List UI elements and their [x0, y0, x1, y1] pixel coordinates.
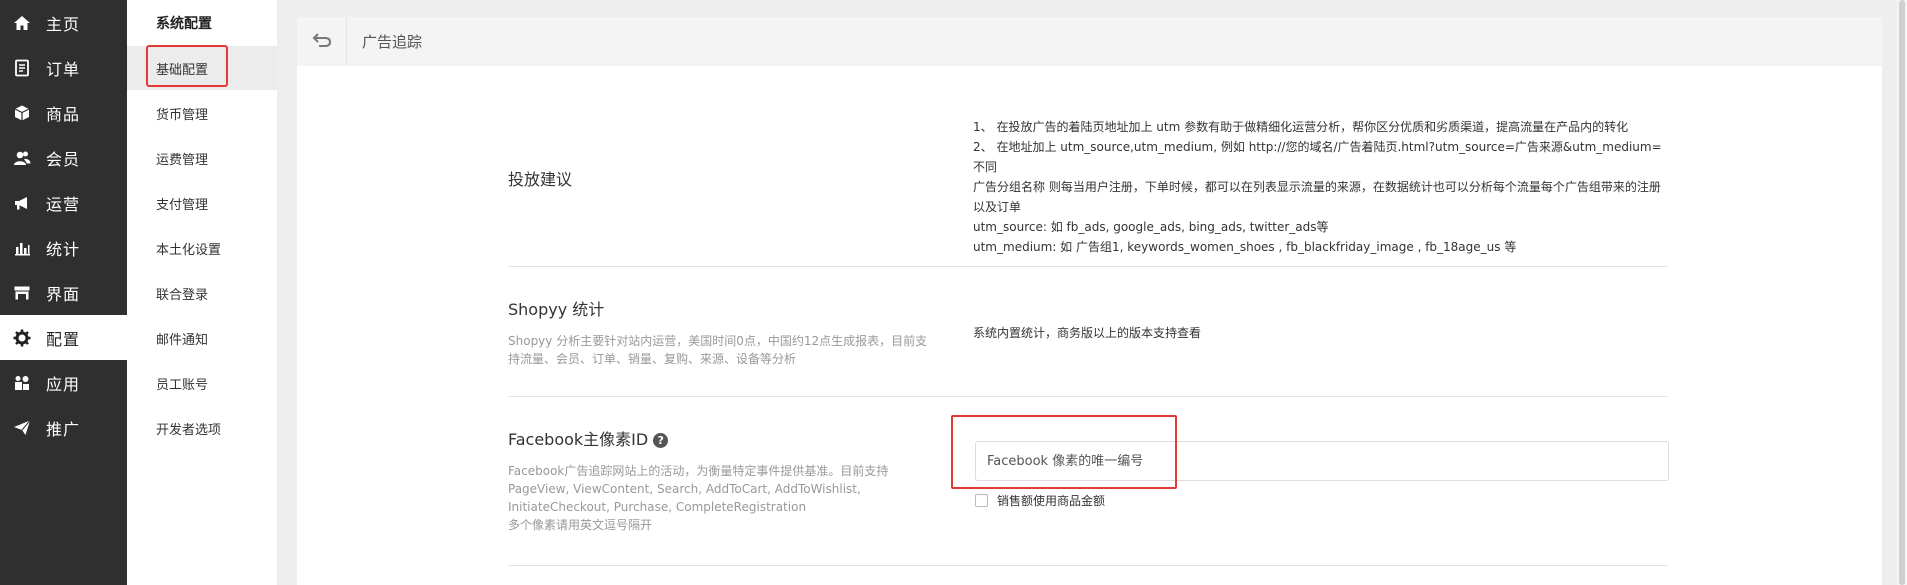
divider [508, 565, 1668, 566]
submenu-title: 系统配置 [156, 16, 212, 32]
nav-item-statistics[interactable]: 统计 [0, 225, 127, 270]
main-nav: 主页 订单 商品 会员 运营 统计 界面 配置 应用 推广 [0, 0, 127, 585]
paper-plane-icon [11, 417, 33, 439]
submenu-item-email-notify[interactable]: 邮件通知 [127, 316, 277, 360]
nav-item-apps[interactable]: 应用 [0, 360, 127, 405]
products-icon [11, 102, 33, 124]
back-arrow-icon [312, 32, 332, 52]
panel-header: 广告追踪 [297, 17, 1882, 66]
divider [508, 266, 1668, 267]
nav-item-members[interactable]: 会员 [0, 135, 127, 180]
use-product-amount-checkbox[interactable] [975, 494, 988, 507]
highlight-box [146, 45, 228, 87]
nav-item-config[interactable]: 配置 [0, 315, 127, 360]
desc-line: Shopyy 分析主要针对站内运营，美国时间0点，中国约12点生成报表，目前支 [508, 334, 928, 348]
submenu-item-developer[interactable]: 开发者选项 [127, 406, 277, 450]
ad-advice-line: 广告分组名称 则每当用户注册，下单时候，都可以在列表显示流量的来源，在数据统计也… [973, 180, 1661, 194]
ad-advice-line: 以及订单 [973, 200, 1022, 214]
ad-advice-label: 投放建议 [508, 170, 573, 189]
nav-item-orders[interactable]: 订单 [0, 45, 127, 90]
nav-label: 统计 [46, 239, 81, 259]
orders-icon [11, 57, 33, 79]
nav-item-home[interactable]: 主页 [0, 0, 127, 45]
desc-line: Facebook广告追踪网站上的活动，为衡量特定事件提供基准。目前支持 [508, 464, 889, 478]
submenu-item-staff-accounts[interactable]: 员工账号 [127, 361, 277, 405]
nav-label: 订单 [46, 59, 81, 79]
nav-label: 配置 [46, 329, 81, 349]
submenu-item-payment[interactable]: 支付管理 [127, 181, 277, 225]
nav-label: 应用 [46, 374, 81, 394]
desc-line: 持流量、会员、订单、销量、复购、来源、设备等分析 [508, 352, 797, 366]
storefront-icon [11, 282, 33, 304]
submenu-item-shipping[interactable]: 运费管理 [127, 136, 277, 180]
megaphone-icon [11, 192, 33, 214]
desc-line: InitiateCheckout, Purchase, CompleteRegi… [508, 500, 807, 514]
shopyy-stats-label: Shopyy 统计 [508, 300, 605, 319]
nav-label: 界面 [46, 284, 81, 304]
nav-item-products[interactable]: 商品 [0, 90, 127, 135]
bar-chart-icon [11, 237, 33, 259]
nav-label: 主页 [46, 14, 81, 34]
config-submenu: 系统配置 基础配置 货币管理 运费管理 支付管理 本土化设置 联合登录 邮件通知… [127, 0, 277, 585]
checkbox-label: 销售额使用商品金额 [997, 494, 1106, 508]
ad-advice-line: utm_medium: 如 广告组1, keywords_women_shoes… [973, 240, 1517, 254]
divider [508, 396, 1668, 397]
members-icon [11, 147, 33, 169]
facebook-pixel-label: Facebook主像素ID? [508, 426, 669, 450]
panel-title: 广告追踪 [362, 33, 423, 51]
nav-label: 商品 [46, 104, 81, 124]
shopyy-stats-desc: Shopyy 分析主要针对站内运营，美国时间0点，中国约12点生成报表，目前支 … [508, 332, 948, 368]
desc-line: PageView, ViewContent, Search, AddToCart… [508, 482, 861, 496]
nav-label: 会员 [46, 149, 81, 169]
gear-icon [11, 327, 33, 349]
facebook-pixel-desc: Facebook广告追踪网站上的活动，为衡量特定事件提供基准。目前支持 Page… [508, 462, 948, 534]
back-button[interactable] [297, 17, 347, 66]
nav-item-interface[interactable]: 界面 [0, 270, 127, 315]
ad-advice-text: 1、 在投放广告的着陆页地址加上 utm 参数有助于做精细化运营分析，帮你区分优… [973, 117, 1673, 257]
submenu-item-currency[interactable]: 货币管理 [127, 91, 277, 135]
use-product-amount-option: 销售额使用商品金额 [975, 492, 1105, 509]
ad-advice-line: utm_source: 如 fb_ads, google_ads, bing_a… [973, 220, 1329, 234]
nav-item-promotion[interactable]: 推广 [0, 405, 127, 450]
nav-label: 运营 [46, 194, 81, 214]
desc-line: 多个像素请用英文逗号隔开 [508, 518, 653, 532]
facebook-pixel-label-text: Facebook主像素ID [508, 430, 649, 449]
nav-item-operations[interactable]: 运营 [0, 180, 127, 225]
ad-advice-line: 2、 在地址加上 utm_source,utm_medium, 例如 http:… [973, 140, 1662, 174]
apps-icon [11, 372, 33, 394]
page-scrollbar[interactable] [1897, 0, 1907, 585]
scrollbar-thumb[interactable] [1899, 0, 1905, 585]
submenu-item-localization[interactable]: 本土化设置 [127, 226, 277, 270]
submenu-item-social-login[interactable]: 联合登录 [127, 271, 277, 315]
ad-advice-line: 1、 在投放广告的着陆页地址加上 utm 参数有助于做精细化运营分析，帮你区分优… [973, 120, 1629, 134]
home-icon [11, 12, 33, 34]
question-circle-icon[interactable]: ? [653, 433, 669, 448]
nav-label: 推广 [46, 419, 81, 439]
highlight-box [951, 415, 1177, 489]
shopyy-stats-value: 系统内置统计，商务版以上的版本支持查看 [973, 326, 1202, 340]
